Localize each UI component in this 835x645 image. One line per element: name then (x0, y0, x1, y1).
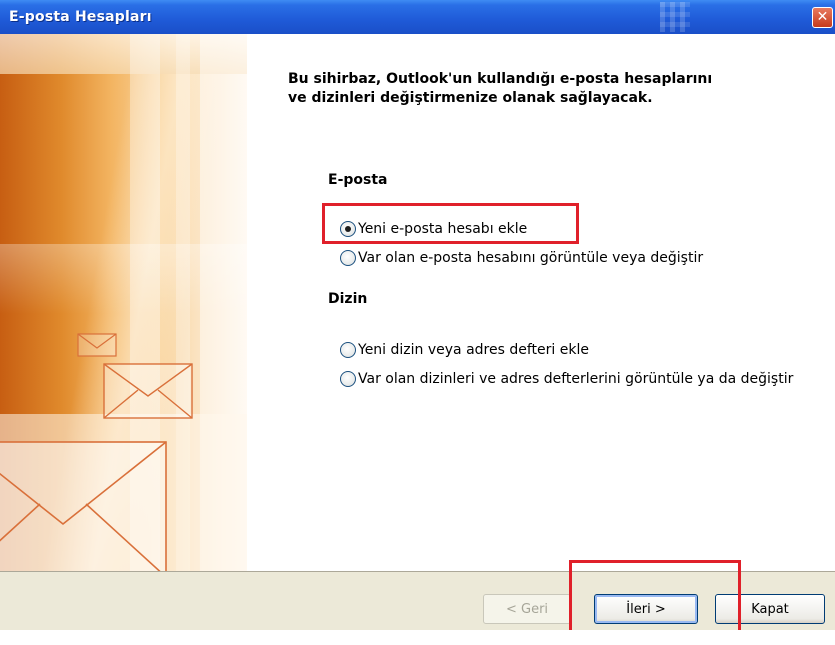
radio-add-new-directory[interactable]: Yeni dizin veya adres defteri ekle (340, 339, 589, 361)
radio-label: Var olan e-posta hesabını görüntüle veya… (358, 250, 704, 266)
envelope-illustration (0, 333, 193, 571)
back-button[interactable]: < Geri (483, 594, 571, 624)
radio-label: Var olan dizinleri ve adres defterlerini… (358, 371, 794, 387)
intro-line-2: ve dizinleri değiştirmenize olanak sağla… (288, 90, 653, 106)
title-bar: E-posta Hesapları ✕ (0, 0, 835, 34)
email-accounts-dialog: E-posta Hesapları ✕ Bu sihirbaz, Outlook… (0, 0, 835, 630)
wizard-side-illustration (0, 34, 247, 571)
title-bar-decoration (660, 2, 690, 32)
directory-section-label: Dizin (328, 291, 368, 307)
close-window-button[interactable]: ✕ (812, 7, 833, 28)
highlight-box-next (569, 560, 741, 630)
window-title: E-posta Hesapları (9, 9, 152, 25)
radio-button[interactable] (340, 371, 356, 387)
radio-view-change-directories[interactable]: Var olan dizinleri ve adres defterlerini… (340, 368, 793, 390)
radio-button[interactable] (340, 250, 356, 266)
envelope-icon (103, 363, 193, 419)
intro-line-1: Bu sihirbaz, Outlook'un kullandığı e-pos… (288, 71, 713, 87)
radio-button[interactable] (340, 342, 356, 358)
close-icon: ✕ (816, 9, 829, 25)
envelope-icon (0, 441, 167, 571)
highlight-box-new-email (322, 203, 579, 244)
radio-label: Yeni dizin veya adres defteri ekle (358, 342, 589, 358)
email-section-label: E-posta (328, 172, 388, 188)
radio-view-change-email-account[interactable]: Var olan e-posta hesabını görüntüle veya… (340, 247, 703, 269)
wizard-intro-text: Bu sihirbaz, Outlook'un kullandığı e-pos… (288, 70, 808, 108)
envelope-icon (77, 333, 117, 357)
